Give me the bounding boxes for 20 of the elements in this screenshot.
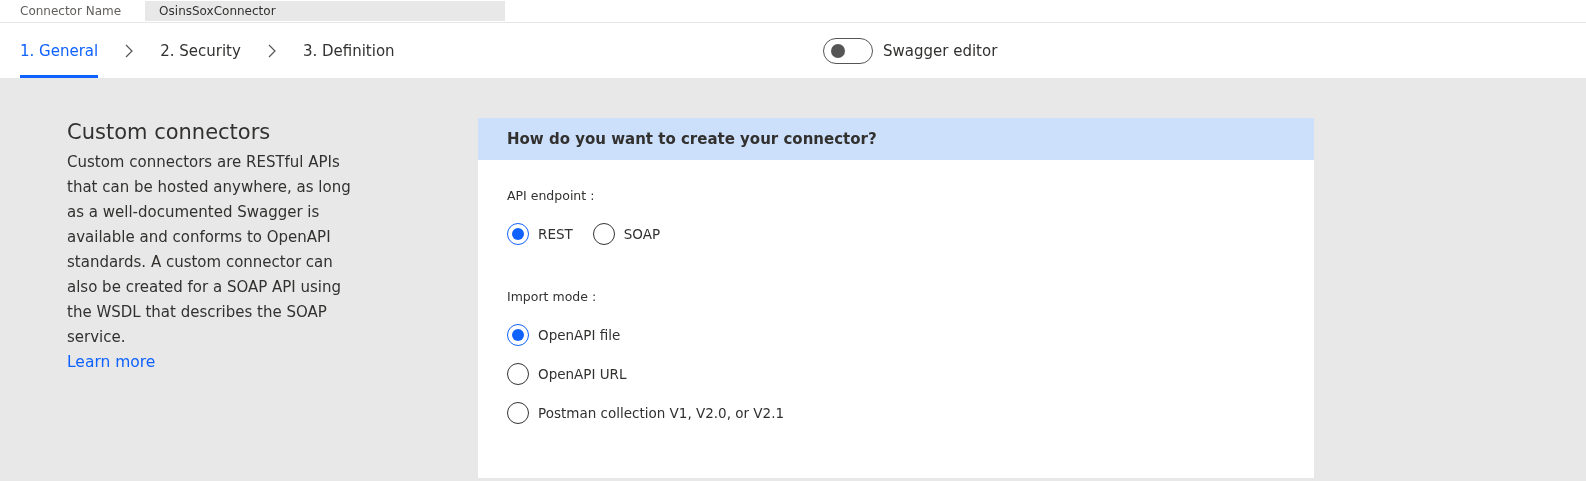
chevron-right-icon [266, 43, 277, 58]
group-label: API endpoint : [507, 188, 596, 203]
swagger-editor-label: Swagger editor [883, 41, 998, 60]
step-tab[interactable]: 2. Security [160, 23, 241, 78]
description-text: Custom connectors are RESTful APIs that can be hosted anywhere, as long as a well-documented Swagger is available and conforms to OpenAPI standards. A custom connector can also be created for a SOAP API using the WSDL that describes the SOAP service. [67, 152, 352, 348]
radio-option[interactable]: OpenAPI file [507, 324, 1285, 346]
step-tab[interactable]: 3. Definition [302, 23, 395, 78]
connector-name-field[interactable]: OsinsSoxConnector [145, 1, 506, 21]
swagger-editor-toggle[interactable] [823, 37, 873, 64]
chevron-right-icon [124, 43, 135, 58]
learn-more-link[interactable]: Learn more [67, 353, 156, 371]
card-header: How do you want to create your connector? [478, 118, 1314, 160]
group-label: Import mode : [507, 289, 598, 304]
radio-option[interactable]: OpenAPI URL [507, 363, 1285, 385]
section-title: Custom connectors [67, 120, 272, 144]
connector-name-label: Connector Name [20, 4, 122, 18]
radio-option[interactable]: REST [507, 223, 573, 245]
step-tab[interactable]: 1. General [20, 23, 99, 78]
radio-option[interactable]: Postman collection V1, V2.0, or V2.1 [507, 402, 1285, 424]
radio-option[interactable]: SOAP [592, 223, 661, 245]
